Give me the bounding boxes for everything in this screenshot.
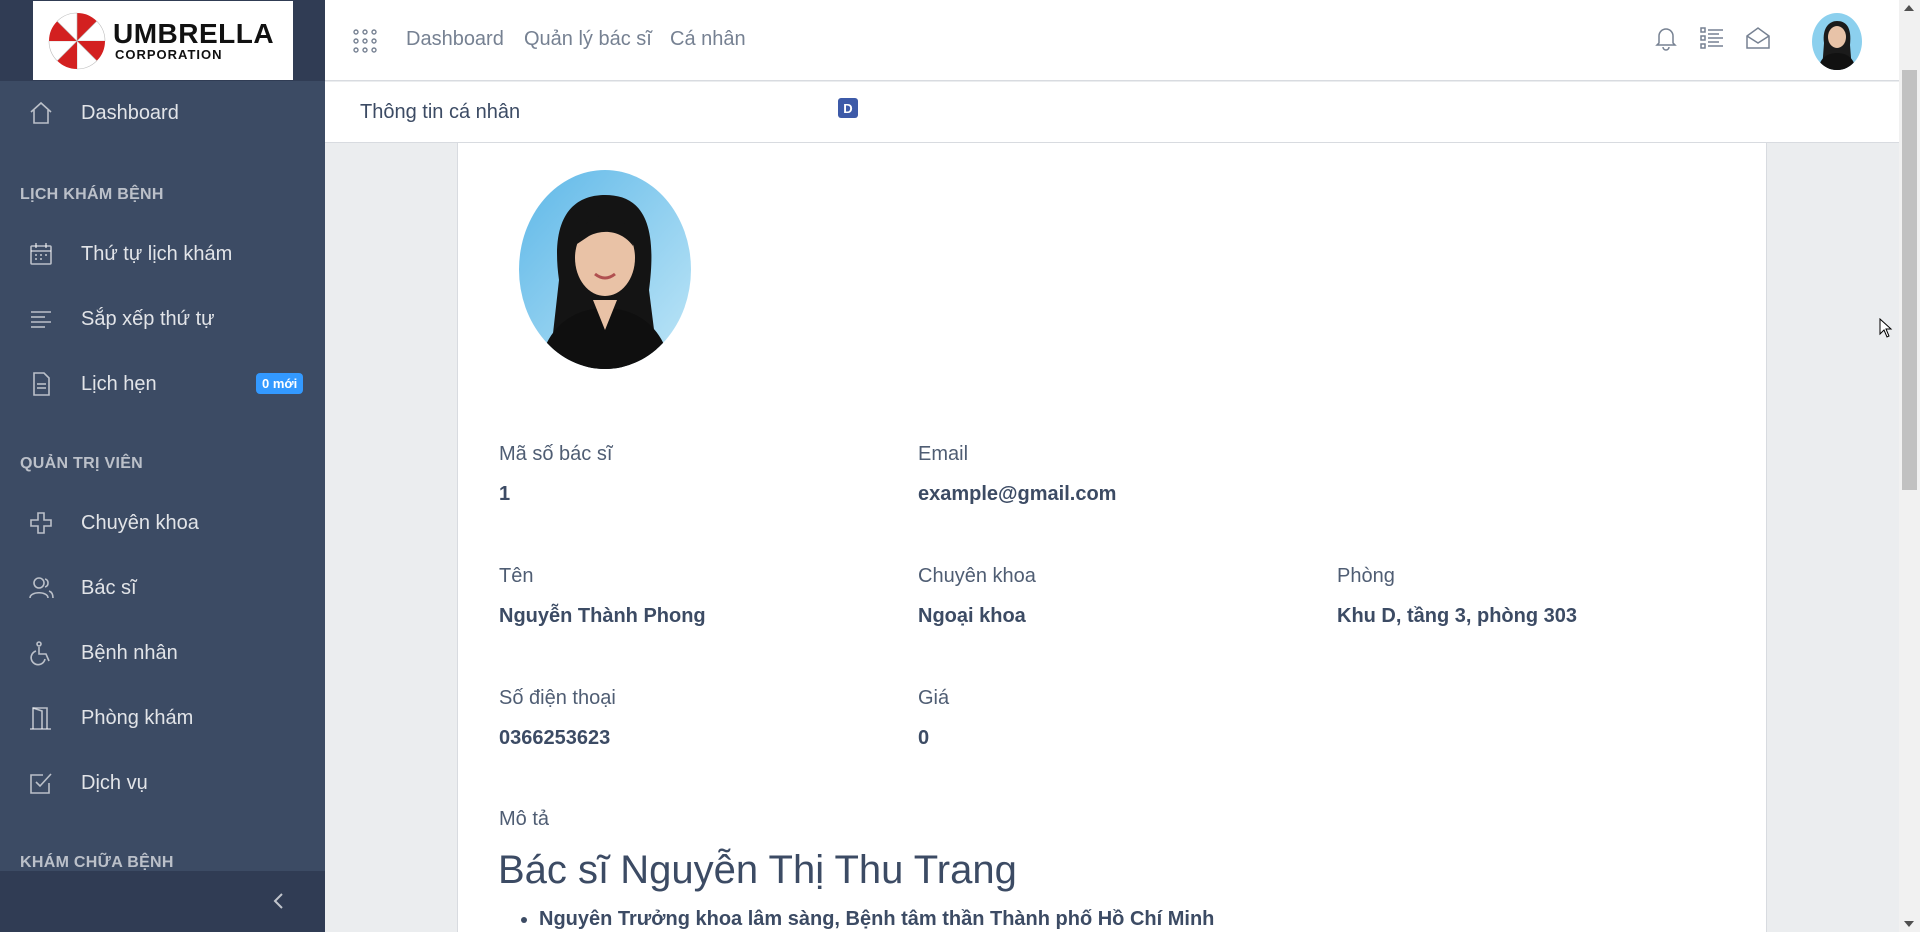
specialty-value: Ngoại khoa <box>918 605 1026 627</box>
home-icon <box>28 100 54 126</box>
sidebar-item-label: Lịch hẹn <box>81 372 157 395</box>
brand-logo[interactable]: UMBRELLA CORPORATION <box>33 1 293 80</box>
name-label: Tên <box>499 565 534 587</box>
check-square-icon <box>28 770 54 796</box>
sidebar-item-patients[interactable]: Bệnh nhân <box>0 623 325 683</box>
room-label: Phòng <box>1337 565 1395 587</box>
sidebar-item-clinic-rooms[interactable]: Phòng khám <box>0 688 325 748</box>
calendar-icon <box>28 241 54 267</box>
bell-icon[interactable] <box>1653 25 1679 51</box>
sidebar-item-label: Phòng khám <box>81 706 194 729</box>
email-label: Email <box>918 443 969 465</box>
sidebar-item-doctors[interactable]: Bác sĩ <box>0 558 325 618</box>
specialty-label: Chuyên khoa <box>918 565 1036 587</box>
header-nav-dashboard[interactable]: Dashboard <box>406 28 504 51</box>
sidebar-item-label: Bệnh nhân <box>81 641 178 664</box>
d-badge-icon: D <box>838 98 858 118</box>
brand-name: UMBRELLA <box>113 18 275 49</box>
door-icon <box>28 705 54 731</box>
room-value: Khu D, tầng 3, phòng 303 <box>1337 605 1578 627</box>
brand-text: UMBRELLA CORPORATION <box>113 18 275 62</box>
sidebar-item-label: Sắp xếp thứ tự <box>81 307 215 330</box>
sidebar-item-appointments[interactable]: Lịch hẹn 0 mới <box>0 354 325 414</box>
breadcrumb: Thông tin cá nhân <box>360 101 521 123</box>
new-count-badge: 0 mới <box>256 373 304 394</box>
sidebar-item-label: Thứ tự lịch khám <box>81 242 233 265</box>
mouse-cursor-icon <box>1879 318 1893 338</box>
brand-subname: CORPORATION <box>115 47 223 62</box>
chevron-left-icon <box>273 893 283 909</box>
header-nav-personal[interactable]: Cá nhân <box>670 28 746 51</box>
doctor-photo <box>519 170 691 369</box>
description-label: Mô tả <box>499 808 550 830</box>
description-list: Nguyên Trưởng khoa lâm sàng, Bệnh tâm th… <box>539 908 1214 931</box>
sidebar-item-specialty[interactable]: Chuyên khoa <box>0 493 325 553</box>
doctor-id-value: 1 <box>499 483 511 505</box>
scroll-down-arrow-icon[interactable] <box>1904 921 1914 927</box>
sidebar-minimize-button[interactable] <box>0 871 325 932</box>
scroll-up-arrow-icon[interactable] <box>1904 5 1914 11</box>
brand-area: UMBRELLA CORPORATION <box>0 0 325 81</box>
document-icon <box>28 371 54 397</box>
price-label: Giá <box>918 687 950 709</box>
description-heading: Bác sĩ Nguyễn Thị Thu Trang <box>498 848 1017 892</box>
sort-lines-icon <box>28 306 54 332</box>
name-value: Nguyễn Thành Phong <box>499 605 706 627</box>
apps-grid-icon[interactable] <box>352 28 378 54</box>
top-header: Dashboard Quản lý bác sĩ Cá nhân <box>325 0 1899 81</box>
sidebar-section-title: QUẢN TRỊ VIÊN <box>20 455 144 472</box>
envelope-open-icon[interactable] <box>1745 25 1771 51</box>
sidebar-item-dashboard[interactable]: Dashboard <box>0 83 325 143</box>
description-list-item: Nguyên Trưởng khoa lâm sàng, Bệnh tâm th… <box>539 908 1214 931</box>
sidebar-item-services[interactable]: Dịch vụ <box>0 753 325 813</box>
sidebar-item-appointment-order[interactable]: Thứ tự lịch khám <box>0 224 325 284</box>
sidebar-item-label: Chuyên khoa <box>81 511 199 534</box>
phone-value: 0366253623 <box>499 727 611 749</box>
sidebar-item-label: Dashboard <box>81 101 179 124</box>
wheelchair-icon <box>28 640 54 666</box>
umbrella-logo-icon <box>48 12 106 69</box>
email-value: example@gmail.com <box>918 483 1117 505</box>
phone-label: Số điện thoại <box>499 687 616 709</box>
sidebar: UMBRELLA CORPORATION Dashboard LỊCH KHÁM… <box>0 0 325 932</box>
header-nav-doctor-management[interactable]: Quản lý bác sĩ <box>524 28 652 51</box>
scroll-thumb[interactable] <box>1902 70 1917 490</box>
profile-card: Mã số bác sĩ 1 Email example@gmail.com T… <box>457 143 1767 932</box>
medical-cross-icon <box>28 510 54 536</box>
sidebar-section-title: LỊCH KHÁM BỆNH <box>20 186 164 203</box>
breadcrumb-bar: Thông tin cá nhân D <box>325 82 1899 143</box>
sidebar-item-label: Bác sĩ <box>81 576 137 599</box>
doctor-id-label: Mã số bác sĩ <box>499 443 613 465</box>
price-value: 0 <box>918 727 930 749</box>
sidebar-section-title: KHÁM CHỮA BỆNH <box>20 854 174 871</box>
users-icon <box>28 575 54 601</box>
sidebar-item-label: Dịch vụ <box>81 771 148 794</box>
task-list-icon[interactable] <box>1699 25 1725 51</box>
sidebar-item-sort-order[interactable]: Sắp xếp thứ tự <box>0 289 325 349</box>
user-avatar[interactable] <box>1812 13 1862 70</box>
page-scrollbar[interactable] <box>1899 0 1920 932</box>
